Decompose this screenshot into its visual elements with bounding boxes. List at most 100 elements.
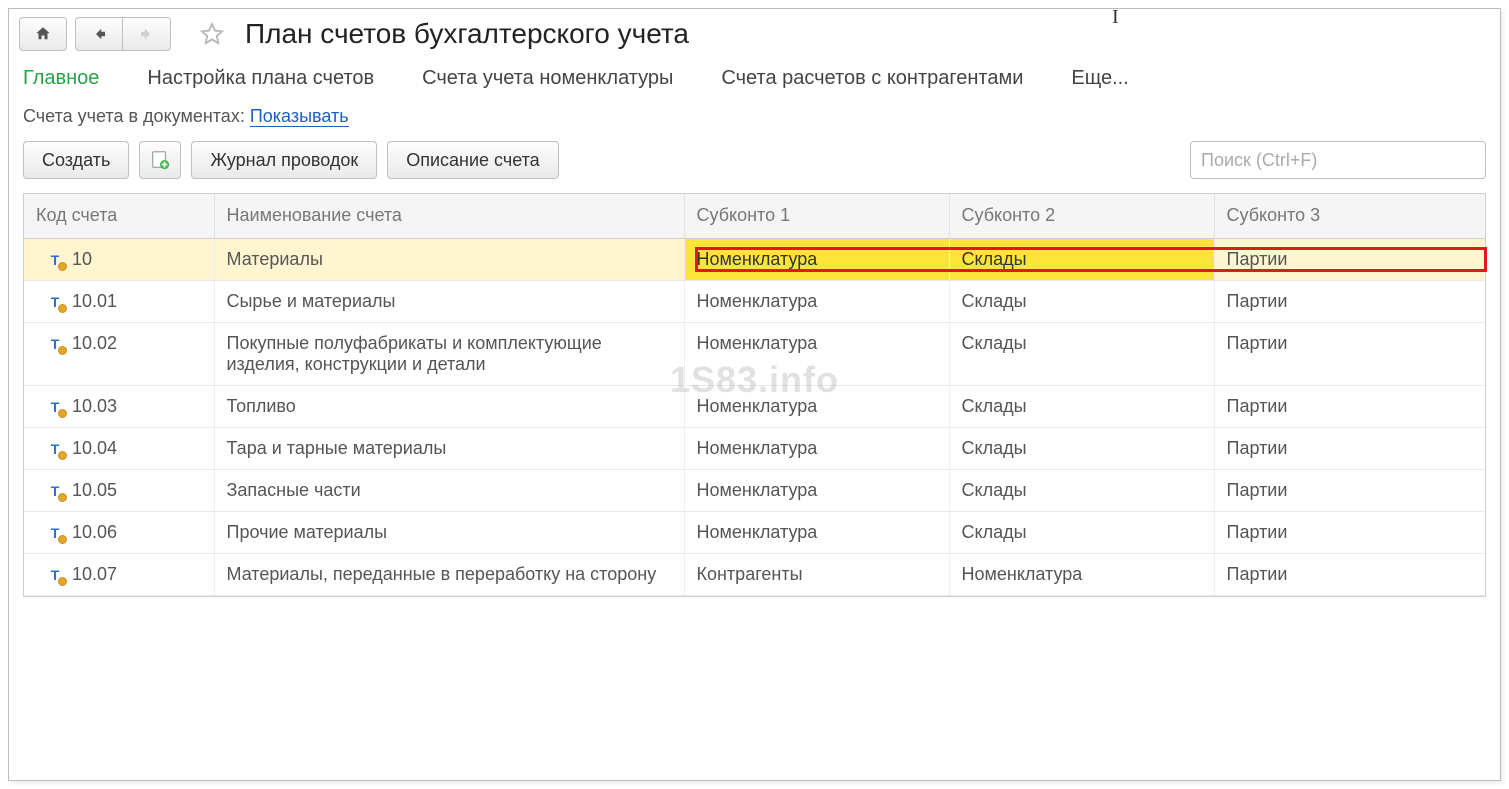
col-s1-header[interactable]: Субконто 1 xyxy=(684,194,949,238)
s3-value: Партии xyxy=(1227,438,1288,458)
table-row[interactable]: T10.07 Материалы, переданные в переработк… xyxy=(24,553,1485,595)
cell-code[interactable]: T10.01 xyxy=(24,280,214,322)
cell-s3[interactable]: Партии xyxy=(1214,553,1485,595)
tab-settings[interactable]: Настройка плана счетов xyxy=(147,67,374,90)
app-window: План счетов бухгалтерского учета Главное… xyxy=(8,8,1501,781)
cell-name[interactable]: Тара и тарные материалы xyxy=(214,427,684,469)
cell-s1[interactable]: Номенклатура xyxy=(684,385,949,427)
s1-value: Номенклатура xyxy=(697,291,818,311)
cell-name[interactable]: Топливо xyxy=(214,385,684,427)
s3-value: Партии xyxy=(1227,480,1288,500)
col-code-header[interactable]: Код счета xyxy=(24,194,214,238)
cell-s3[interactable]: Партии xyxy=(1214,427,1485,469)
cell-s1[interactable]: Номенклатура xyxy=(684,511,949,553)
forward-button[interactable] xyxy=(123,17,171,51)
home-button[interactable] xyxy=(19,17,67,51)
table-row[interactable]: T10.03Топливо Номенклатура Склады Партии xyxy=(24,385,1485,427)
s1-value: Номенклатура xyxy=(697,396,818,416)
cell-code[interactable]: T10.02 xyxy=(24,322,214,385)
cell-code[interactable]: T10.06 xyxy=(24,511,214,553)
table-row[interactable]: T10.02 Покупные полуфабрикаты и комплекту… xyxy=(24,322,1485,385)
cell-s3[interactable]: Партии xyxy=(1214,280,1485,322)
cell-s1[interactable]: Контрагенты xyxy=(684,553,949,595)
tab-counterparties[interactable]: Счета расчетов с контрагентами xyxy=(721,67,1023,90)
s1-value: Номенклатура xyxy=(697,480,818,500)
create-button[interactable]: Создать xyxy=(23,141,129,179)
titlebar: План счетов бухгалтерского учета xyxy=(9,9,1500,57)
cell-s2[interactable]: Склады xyxy=(949,427,1214,469)
cell-s2[interactable]: Склады xyxy=(949,469,1214,511)
doc-accounts-link[interactable]: Показывать xyxy=(250,106,349,127)
table-row[interactable]: T10.06 Прочие материалы НоменклатураСклады… xyxy=(24,511,1485,553)
col-s3-header[interactable]: Субконто 3 xyxy=(1214,194,1485,238)
s1-value: Номенклатура xyxy=(697,249,818,269)
cell-s2[interactable]: Склады xyxy=(949,385,1214,427)
cell-code[interactable]: T10.03 xyxy=(24,385,214,427)
name-value: Материалы, переданные в переработку на с… xyxy=(227,564,657,584)
tab-nomenclature[interactable]: Счета учета номенклатуры xyxy=(422,67,673,90)
describe-button[interactable]: Описание счета xyxy=(387,141,558,179)
s3-value: Партии xyxy=(1227,522,1288,542)
table-row[interactable]: T10Материалы Номенклатура СкладыПартии xyxy=(24,238,1485,280)
code-value: 10.01 xyxy=(72,291,117,312)
cell-s2[interactable]: Склады xyxy=(949,511,1214,553)
cell-s1[interactable]: Номенклатура xyxy=(684,427,949,469)
cell-name[interactable]: Материалы xyxy=(214,238,684,280)
cell-s2[interactable]: Склады xyxy=(949,322,1214,385)
accounts-table: Код счета Наименование счета Субконто 1 … xyxy=(24,194,1485,596)
cell-s1[interactable]: Номенклатура xyxy=(684,238,949,280)
table-header-row: Код счета Наименование счета Субконто 1 … xyxy=(24,194,1485,238)
cell-s2[interactable]: Номенклатура xyxy=(949,553,1214,595)
cell-code[interactable]: T10.04 xyxy=(24,427,214,469)
account-t-icon: T xyxy=(46,335,64,353)
name-value: Покупные полуфабрикаты и комплектующие и… xyxy=(227,333,602,374)
s3-value: Партии xyxy=(1227,396,1288,416)
favorite-star-icon[interactable] xyxy=(195,17,229,51)
cell-s1[interactable]: Номенклатура xyxy=(684,322,949,385)
col-s2-header[interactable]: Субконто 2 xyxy=(949,194,1214,238)
arrow-left-icon xyxy=(90,25,108,43)
s3-value: Партии xyxy=(1227,333,1288,353)
s2-value: Склады xyxy=(962,291,1027,311)
table-row[interactable]: T10.05 Запасные части Номенклатура Склады Па… xyxy=(24,469,1485,511)
cell-s2[interactable]: Склады xyxy=(949,280,1214,322)
cell-s1[interactable]: Номенклатура xyxy=(684,469,949,511)
cell-name[interactable]: Сырье и материалы xyxy=(214,280,684,322)
name-value: Тара и тарные материалы xyxy=(227,438,447,458)
cell-s3[interactable]: Партии xyxy=(1214,385,1485,427)
nav-history-group xyxy=(75,17,171,51)
s2-value: Склады xyxy=(962,438,1027,458)
cell-name[interactable]: Материалы, переданные в переработку на с… xyxy=(214,553,684,595)
cell-name[interactable]: Прочие материалы xyxy=(214,511,684,553)
s2-value: Склады xyxy=(962,480,1027,500)
s1-value: Номенклатура xyxy=(697,438,818,458)
name-value: Прочие материалы xyxy=(227,522,388,542)
cell-code[interactable]: T10.05 xyxy=(24,469,214,511)
table-row[interactable]: T10.01Сырье и материалы Номенклатура Склад… xyxy=(24,280,1485,322)
code-value: 10.04 xyxy=(72,438,117,459)
journal-button[interactable]: Журнал проводок xyxy=(191,141,377,179)
tab-main[interactable]: Главное xyxy=(23,67,99,90)
account-t-icon: T xyxy=(46,566,64,584)
add-group-button[interactable] xyxy=(139,141,181,179)
back-button[interactable] xyxy=(75,17,123,51)
table-row[interactable]: T10.04 Тара и тарные материалы Номенклатур… xyxy=(24,427,1485,469)
doc-accounts-line: Счета учета в документах: Показывать xyxy=(9,104,1500,141)
cell-name[interactable]: Запасные части xyxy=(214,469,684,511)
cell-s3[interactable]: Партии xyxy=(1214,469,1485,511)
cell-s3[interactable]: Партии xyxy=(1214,322,1485,385)
name-value: Запасные части xyxy=(227,480,361,500)
toolbar: Создать Журнал проводок Описание счета xyxy=(9,141,1500,193)
cell-code[interactable]: T10 xyxy=(24,238,214,280)
cell-s3[interactable]: Партии xyxy=(1214,511,1485,553)
col-name-header[interactable]: Наименование счета xyxy=(214,194,684,238)
cell-s2[interactable]: Склады xyxy=(949,238,1214,280)
tab-more[interactable]: Еще... xyxy=(1071,67,1128,90)
cell-code[interactable]: T10.07 xyxy=(24,553,214,595)
cell-s1[interactable]: Номенклатура xyxy=(684,280,949,322)
doc-accounts-label: Счета учета в документах: xyxy=(23,106,250,126)
cell-name[interactable]: Покупные полуфабрикаты и комплектующие и… xyxy=(214,322,684,385)
cell-s3[interactable]: Партии xyxy=(1214,238,1485,280)
search-input[interactable] xyxy=(1190,141,1486,179)
s2-value: Склады xyxy=(962,333,1027,353)
